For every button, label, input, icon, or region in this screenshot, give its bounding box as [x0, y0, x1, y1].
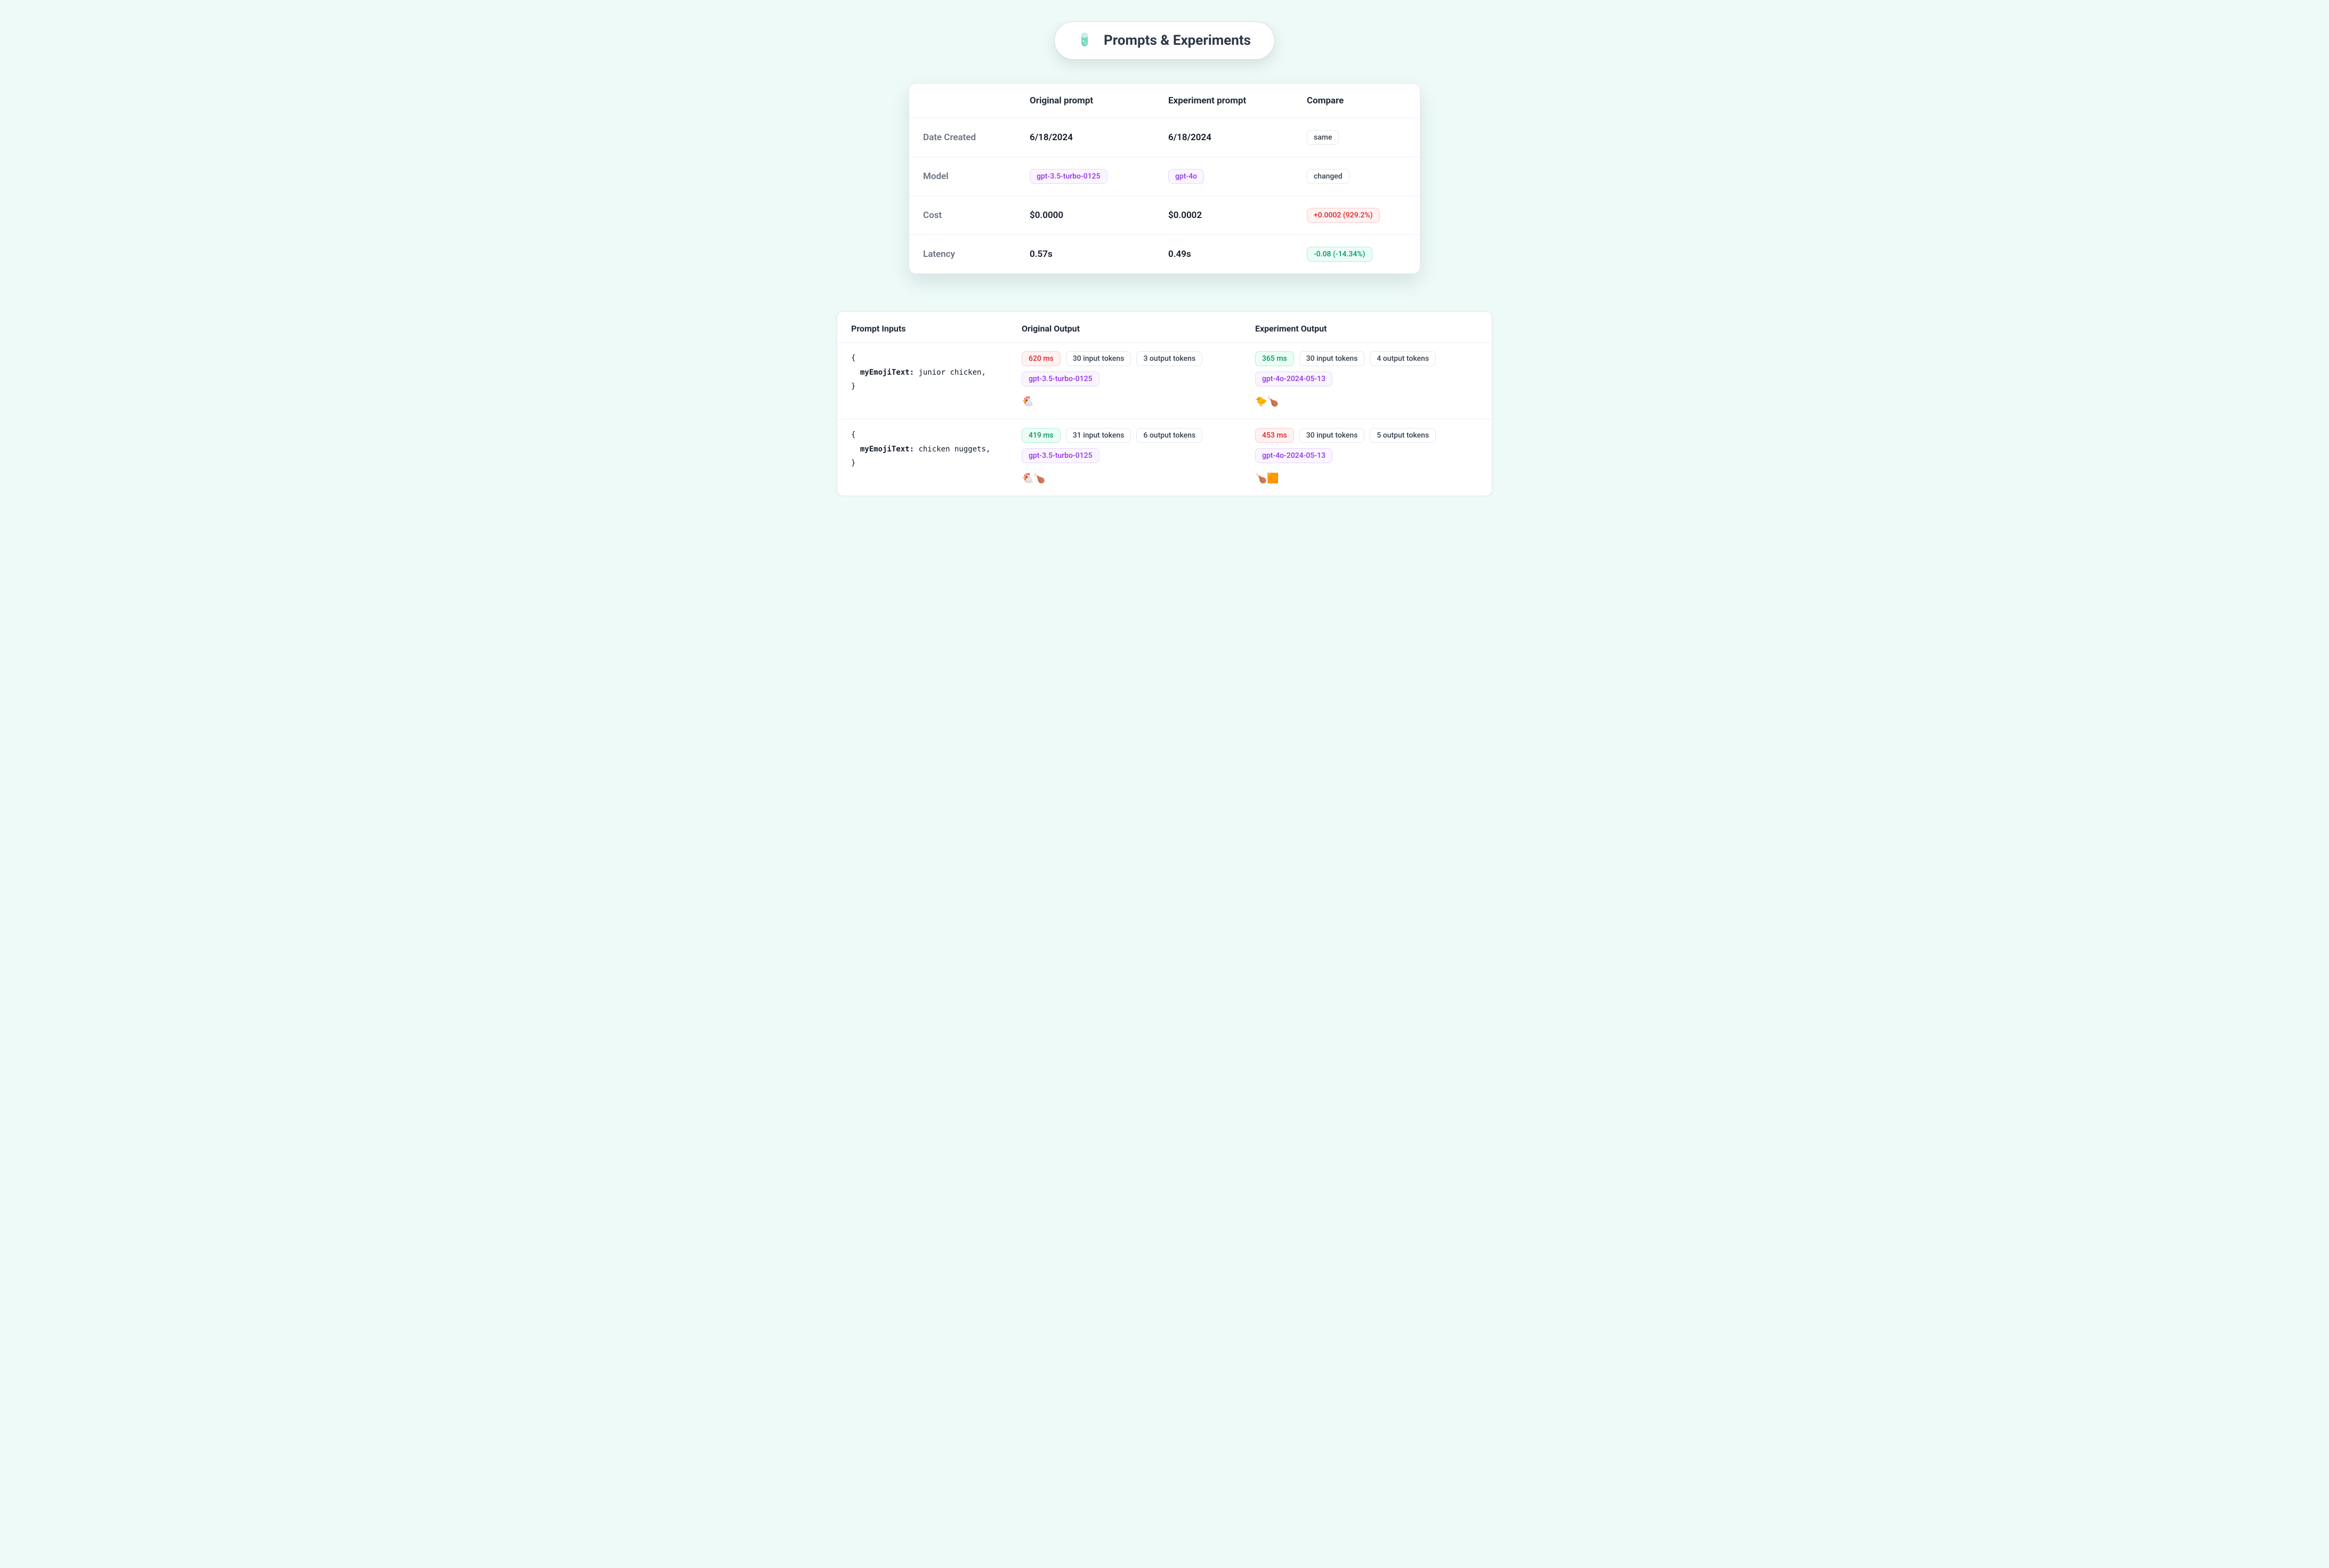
outputs-card: Prompt Inputs Original Output Experiment… [837, 311, 1492, 496]
compare-badge-same: same [1307, 130, 1339, 145]
output-row: { myEmojiText: junior chicken, } 620 ms … [837, 342, 1492, 419]
original-emoji: 🐔🍗 [1022, 473, 1244, 484]
original-chips: 419 ms 31 input tokens 6 output tokens g… [1022, 428, 1244, 463]
row-label: Model [923, 171, 1030, 182]
experiment-output-cell: 365 ms 30 input tokens 4 output tokens g… [1255, 351, 1478, 407]
page-title: Prompts & Experiments [1104, 33, 1251, 49]
model-experiment: gpt-4o [1168, 169, 1204, 184]
date-experiment: 6/18/2024 [1168, 132, 1307, 143]
date-original: 6/18/2024 [1030, 132, 1168, 143]
col-experiment-output: Experiment Output [1255, 324, 1478, 334]
output-tokens-chip: 4 output tokens [1370, 351, 1436, 366]
original-chips: 620 ms 30 input tokens 3 output tokens g… [1022, 351, 1244, 386]
input-value: chicken nuggets, [918, 445, 990, 454]
col-inputs: Prompt Inputs [851, 324, 1011, 334]
col-experiment: Experiment prompt [1168, 95, 1307, 106]
compare-badge-cost: +0.0002 (929.2%) [1307, 208, 1380, 223]
compare-badge-changed: changed [1307, 169, 1349, 184]
row-label: Date Created [923, 132, 1030, 143]
input-key: myEmojiText: [860, 368, 914, 377]
input-tokens-chip: 30 input tokens [1066, 351, 1131, 366]
outputs-header-row: Prompt Inputs Original Output Experiment… [837, 312, 1492, 342]
test-tube-icon [1078, 31, 1093, 50]
experiment-emoji: 🐤🍗 [1255, 396, 1478, 407]
header: Prompts & Experiments [810, 21, 1519, 60]
input-value: junior chicken, [918, 368, 985, 377]
col-original-output: Original Output [1022, 324, 1244, 334]
compare-row-cost: Cost $0.0000 $0.0002 +0.0002 (929.2%) [909, 196, 1420, 235]
header-pill: Prompts & Experiments [1054, 21, 1275, 60]
experiment-output-cell: 453 ms 30 input tokens 5 output tokens g… [1255, 428, 1478, 484]
row-label: Latency [923, 249, 1030, 260]
output-tokens-chip: 5 output tokens [1370, 428, 1436, 443]
compare-row-latency: Latency 0.57s 0.49s -0.08 (-14.34%) [909, 235, 1420, 273]
compare-header-row: Original prompt Experiment prompt Compar… [909, 84, 1420, 118]
input-tokens-chip: 30 input tokens [1299, 428, 1365, 443]
input-tokens-chip: 30 input tokens [1299, 351, 1365, 366]
model-chip: gpt-3.5-turbo-0125 [1022, 448, 1099, 463]
col-compare: Compare [1307, 95, 1406, 106]
latency-chip: 453 ms [1255, 428, 1294, 443]
experiment-chips: 453 ms 30 input tokens 5 output tokens g… [1255, 428, 1478, 463]
output-row: { myEmojiText: chicken nuggets, } 419 ms… [837, 419, 1492, 496]
output-tokens-chip: 3 output tokens [1136, 351, 1202, 366]
compare-card: Original prompt Experiment prompt Compar… [909, 83, 1420, 274]
input-key: myEmojiText: [860, 445, 914, 454]
cost-experiment: $0.0002 [1168, 210, 1307, 221]
latency-chip: 365 ms [1255, 351, 1294, 366]
experiment-chips: 365 ms 30 input tokens 4 output tokens g… [1255, 351, 1478, 386]
output-tokens-chip: 6 output tokens [1136, 428, 1202, 443]
compare-row-model: Model gpt-3.5-turbo-0125 gpt-4o changed [909, 157, 1420, 196]
prompt-input: { myEmojiText: junior chicken, } [851, 351, 1011, 394]
latency-experiment: 0.49s [1168, 249, 1307, 260]
latency-chip: 419 ms [1022, 428, 1061, 443]
model-chip: gpt-4o-2024-05-13 [1255, 448, 1332, 463]
compare-badge-latency: -0.08 (-14.34%) [1307, 247, 1372, 262]
page: Prompts & Experiments Original prompt Ex… [810, 21, 1519, 496]
original-output-cell: 620 ms 30 input tokens 3 output tokens g… [1022, 351, 1244, 407]
row-label: Cost [923, 210, 1030, 221]
latency-chip: 620 ms [1022, 351, 1061, 366]
original-emoji: 🐔 [1022, 396, 1244, 407]
model-chip: gpt-3.5-turbo-0125 [1022, 371, 1099, 386]
compare-row-date: Date Created 6/18/2024 6/18/2024 same [909, 118, 1420, 157]
col-original: Original prompt [1030, 95, 1168, 106]
model-chip: gpt-4o-2024-05-13 [1255, 371, 1332, 386]
experiment-emoji: 🍗🟧 [1255, 473, 1478, 484]
model-original: gpt-3.5-turbo-0125 [1030, 169, 1107, 184]
latency-original: 0.57s [1030, 249, 1168, 260]
cost-original: $0.0000 [1030, 210, 1168, 221]
input-tokens-chip: 31 input tokens [1066, 428, 1131, 443]
prompt-input: { myEmojiText: chicken nuggets, } [851, 428, 1011, 471]
original-output-cell: 419 ms 31 input tokens 6 output tokens g… [1022, 428, 1244, 484]
